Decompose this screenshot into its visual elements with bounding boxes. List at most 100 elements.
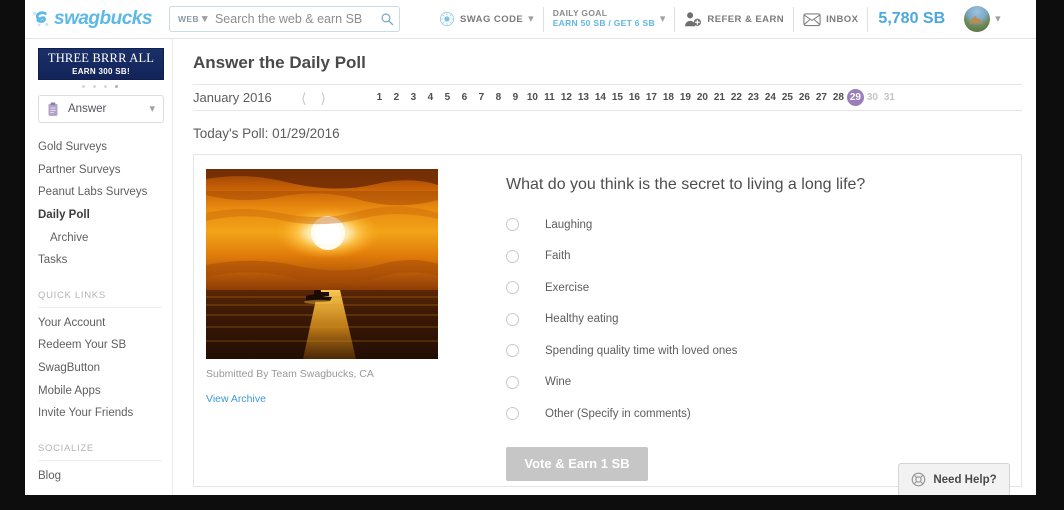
calendar-day[interactable]: 11 bbox=[541, 89, 558, 106]
radio-button-icon[interactable] bbox=[506, 407, 519, 421]
poll-option-label: Faith bbox=[545, 250, 571, 263]
search-input[interactable] bbox=[210, 12, 376, 26]
sidebar-item-your-account[interactable]: Your Account bbox=[38, 312, 162, 335]
swag-code-button[interactable]: SWAG CODE ▾ bbox=[430, 6, 544, 32]
daily-goal-button[interactable]: DAILY GOAL EARN 50 SB / GET 6 SB ▾ bbox=[544, 6, 676, 32]
poll-option-label: Laughing bbox=[545, 218, 593, 231]
sidebar-item-tasks[interactable]: Tasks bbox=[38, 249, 162, 272]
calendar-day[interactable]: 17 bbox=[643, 89, 660, 106]
sidebar-item-mobile-apps[interactable]: Mobile Apps bbox=[38, 380, 162, 403]
need-help-label: Need Help? bbox=[933, 473, 997, 486]
answer-dropdown-button[interactable]: Answer ▾ bbox=[38, 95, 164, 123]
promo-banner-subtitle: EARN 300 SB! bbox=[72, 66, 130, 76]
calendar-day[interactable]: 8 bbox=[490, 89, 507, 106]
poll-option-label: Wine bbox=[545, 376, 572, 389]
sidebar-item-invite-your-friends[interactable]: Invite Your Friends bbox=[38, 402, 162, 425]
socialize-heading: SOCIALIZE bbox=[38, 443, 162, 462]
calendar-day[interactable]: 5 bbox=[439, 89, 456, 106]
sidebar-item-redeem-your-sb[interactable]: Redeem Your SB bbox=[38, 334, 162, 357]
quick-links-heading: QUICK LINKS bbox=[38, 290, 162, 308]
daily-goal-text: DAILY GOAL EARN 50 SB / GET 6 SB bbox=[552, 8, 655, 29]
radio-button-icon[interactable] bbox=[506, 375, 519, 389]
radio-button-icon[interactable] bbox=[506, 249, 519, 263]
carousel-dot[interactable] bbox=[93, 85, 96, 88]
calendar-day[interactable]: 9 bbox=[507, 89, 524, 106]
header-actions: SWAG CODE ▾ DAILY GOAL EARN 50 SB / GET … bbox=[430, 0, 1010, 39]
promo-carousel-dots[interactable] bbox=[38, 85, 162, 88]
need-help-widget[interactable]: Need Help? bbox=[898, 463, 1010, 495]
calendar-day[interactable]: 27 bbox=[813, 89, 830, 106]
sidebar-item-archive[interactable]: Archive bbox=[38, 227, 162, 250]
calendar-day[interactable]: 28 bbox=[830, 89, 847, 106]
sidebar-item-peanut-labs-surveys[interactable]: Peanut Labs Surveys bbox=[38, 181, 162, 204]
sidebar-item-daily-poll[interactable]: Daily Poll bbox=[38, 204, 162, 227]
sidebar-item-partner-surveys[interactable]: Partner Surveys bbox=[38, 159, 162, 182]
calendar-day-selected[interactable]: 29 bbox=[846, 89, 864, 106]
page-body: THREE BRRR ALL EARN 300 SB! Answer ▾ Gol… bbox=[25, 39, 1036, 495]
carousel-dot[interactable] bbox=[82, 85, 85, 88]
calendar-day[interactable]: 23 bbox=[745, 89, 762, 106]
socialize-list: Blog bbox=[38, 465, 162, 488]
lifebuoy-icon bbox=[911, 472, 926, 487]
sidebar-item-gold-surveys[interactable]: Gold Surveys bbox=[38, 136, 162, 159]
calendar-day[interactable]: 22 bbox=[728, 89, 745, 106]
sb-balance[interactable]: 5,780 SB bbox=[868, 10, 955, 28]
search-box[interactable]: WEB ▾ bbox=[169, 6, 400, 32]
sidebar-item-swagbutton[interactable]: SwagButton bbox=[38, 357, 162, 380]
calendar-month-label: January 2016 bbox=[193, 90, 272, 105]
chevron-down-icon: ▾ bbox=[149, 102, 155, 115]
calendar-day[interactable]: 25 bbox=[779, 89, 796, 106]
carousel-dot-active[interactable] bbox=[115, 85, 118, 88]
calendar-day[interactable]: 20 bbox=[694, 89, 711, 106]
calendar-day[interactable]: 3 bbox=[405, 89, 422, 106]
poll-option-label: Other (Specify in comments) bbox=[545, 407, 691, 420]
radio-button-icon[interactable] bbox=[506, 281, 519, 295]
calendar-day[interactable]: 13 bbox=[575, 89, 592, 106]
chevron-right-icon[interactable]: ⟩ bbox=[313, 91, 332, 105]
account-menu[interactable]: ▾ bbox=[955, 6, 1010, 32]
chevron-left-icon[interactable]: ⟨ bbox=[294, 91, 313, 105]
poll-option-laughing[interactable]: Laughing bbox=[506, 209, 1001, 241]
search-button[interactable] bbox=[376, 7, 399, 31]
calendar-day[interactable]: 10 bbox=[524, 89, 541, 106]
poll-option-exercise[interactable]: Exercise bbox=[506, 272, 1001, 304]
radio-button-icon[interactable] bbox=[506, 218, 519, 232]
calendar-day[interactable]: 21 bbox=[711, 89, 728, 106]
calendar-day[interactable]: 16 bbox=[626, 89, 643, 106]
calendar-day[interactable]: 4 bbox=[422, 89, 439, 106]
page-root: swagbucks WEB ▾ Search the web & earn SB… bbox=[25, 0, 1036, 495]
calendar-day[interactable]: 24 bbox=[762, 89, 779, 106]
poll-question: What do you think is the secret to livin… bbox=[506, 176, 866, 193]
calendar-days: 1 2 3 4 5 6 7 8 9 10 11 12 13 14 15 16 1 bbox=[371, 89, 898, 106]
chevron-down-icon: ▾ bbox=[528, 12, 534, 25]
add-user-icon bbox=[685, 12, 702, 27]
calendar-day[interactable]: 12 bbox=[558, 89, 575, 106]
calendar-day[interactable]: 6 bbox=[456, 89, 473, 106]
calendar-day[interactable]: 2 bbox=[388, 89, 405, 106]
poll-option-other[interactable]: Other (Specify in comments) bbox=[506, 398, 1001, 430]
inbox-button[interactable]: INBOX bbox=[794, 6, 869, 32]
poll-option-label: Exercise bbox=[545, 281, 590, 294]
poll-option-spending-quality-time[interactable]: Spending quality time with loved ones bbox=[506, 335, 1001, 367]
calendar-day[interactable]: 26 bbox=[796, 89, 813, 106]
poll-option-wine[interactable]: Wine bbox=[506, 367, 1001, 399]
daily-goal-progress: EARN 50 SB / GET 6 SB bbox=[552, 18, 655, 28]
calendar-day[interactable]: 1 bbox=[371, 89, 388, 106]
poll-option-healthy-eating[interactable]: Healthy eating bbox=[506, 304, 1001, 336]
calendar-day[interactable]: 14 bbox=[592, 89, 609, 106]
calendar-day[interactable]: 15 bbox=[609, 89, 626, 106]
sidebar-item-blog[interactable]: Blog bbox=[38, 465, 162, 488]
swagbucks-logo[interactable]: swagbucks bbox=[30, 8, 165, 30]
refer-and-earn-button[interactable]: REFER & EARN bbox=[675, 6, 795, 32]
radio-button-icon[interactable] bbox=[506, 344, 519, 358]
calendar-day[interactable]: 18 bbox=[660, 89, 677, 106]
promo-banner[interactable]: THREE BRRR ALL EARN 300 SB! bbox=[38, 48, 164, 80]
carousel-dot[interactable] bbox=[104, 85, 107, 88]
radio-button-icon[interactable] bbox=[506, 312, 519, 326]
calendar-day[interactable]: 19 bbox=[677, 89, 694, 106]
poll-option-faith[interactable]: Faith bbox=[506, 241, 1001, 273]
calendar-day[interactable]: 7 bbox=[473, 89, 490, 106]
view-archive-link[interactable]: View Archive bbox=[206, 393, 266, 405]
search-vertical-selector[interactable]: WEB ▾ bbox=[170, 13, 211, 25]
vote-and-earn-button[interactable]: Vote & Earn 1 SB bbox=[506, 446, 648, 481]
